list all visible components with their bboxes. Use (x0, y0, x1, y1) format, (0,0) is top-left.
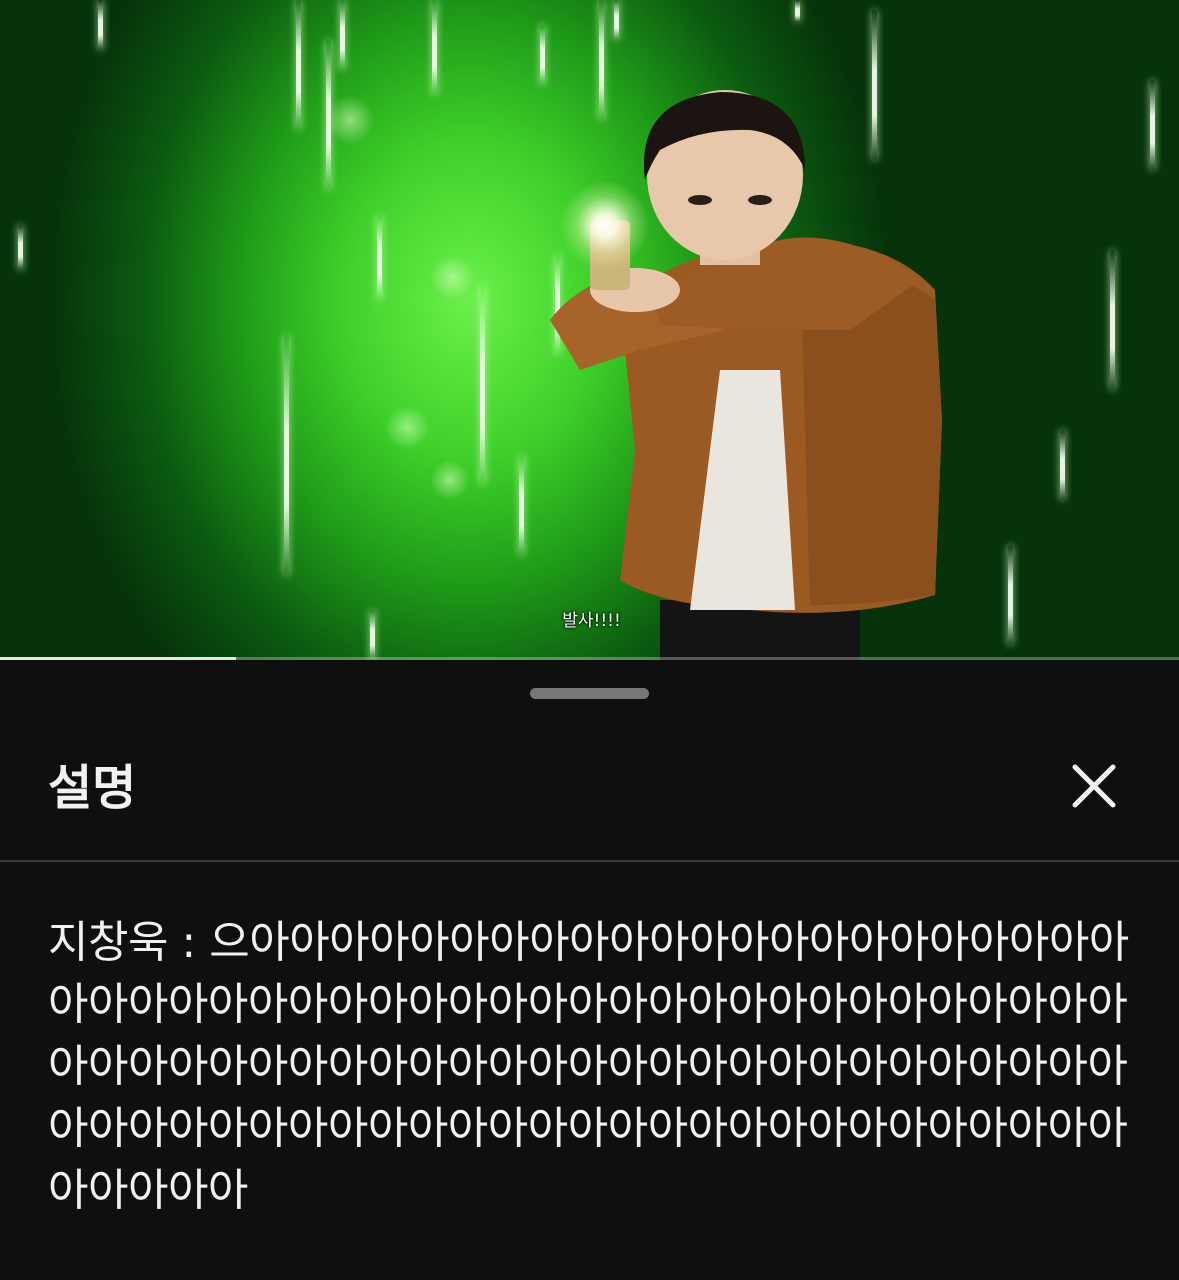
light-streak (540, 25, 545, 85)
video-subtitle: 발사!!!! (562, 611, 621, 631)
description-text: 지창욱 : 으아아아아아아아아아아아아아아아아아아아아아아아아아아아아아아아아아… (48, 917, 1129, 1216)
sheet-header: 설명 (0, 722, 1179, 862)
light-streak (1150, 80, 1155, 170)
video-progress-fill (0, 657, 236, 660)
light-streak (18, 225, 23, 270)
video-progress-bar[interactable] (0, 657, 1179, 660)
description-sheet: 설명 지창욱 : 으아아아아아아아아아아아아아아아아아아아아아아아아아아아아아아… (0, 662, 1179, 1280)
light-streak (296, 0, 301, 130)
close-button[interactable] (1062, 756, 1126, 820)
light-streak (377, 215, 382, 300)
video-player[interactable]: 발사!!!! (0, 0, 1179, 660)
close-icon (1072, 764, 1116, 808)
light-streak (432, 0, 437, 95)
light-streak (1110, 250, 1115, 390)
light-streak (284, 335, 289, 575)
light-streak (480, 285, 485, 485)
light-streak (1060, 430, 1065, 500)
light-streak (614, 0, 619, 40)
light-streak (340, 0, 345, 70)
drag-handle[interactable] (530, 688, 649, 699)
light-glow (430, 460, 470, 500)
light-glow (430, 255, 475, 300)
light-glow (325, 95, 375, 145)
light-streak (98, 0, 103, 50)
light-streak (519, 455, 524, 555)
light-glow (385, 405, 430, 450)
person-figure (550, 90, 942, 660)
sheet-title: 설명 (48, 760, 137, 816)
light-streak (795, 0, 800, 22)
muzzle-flash (560, 180, 650, 270)
